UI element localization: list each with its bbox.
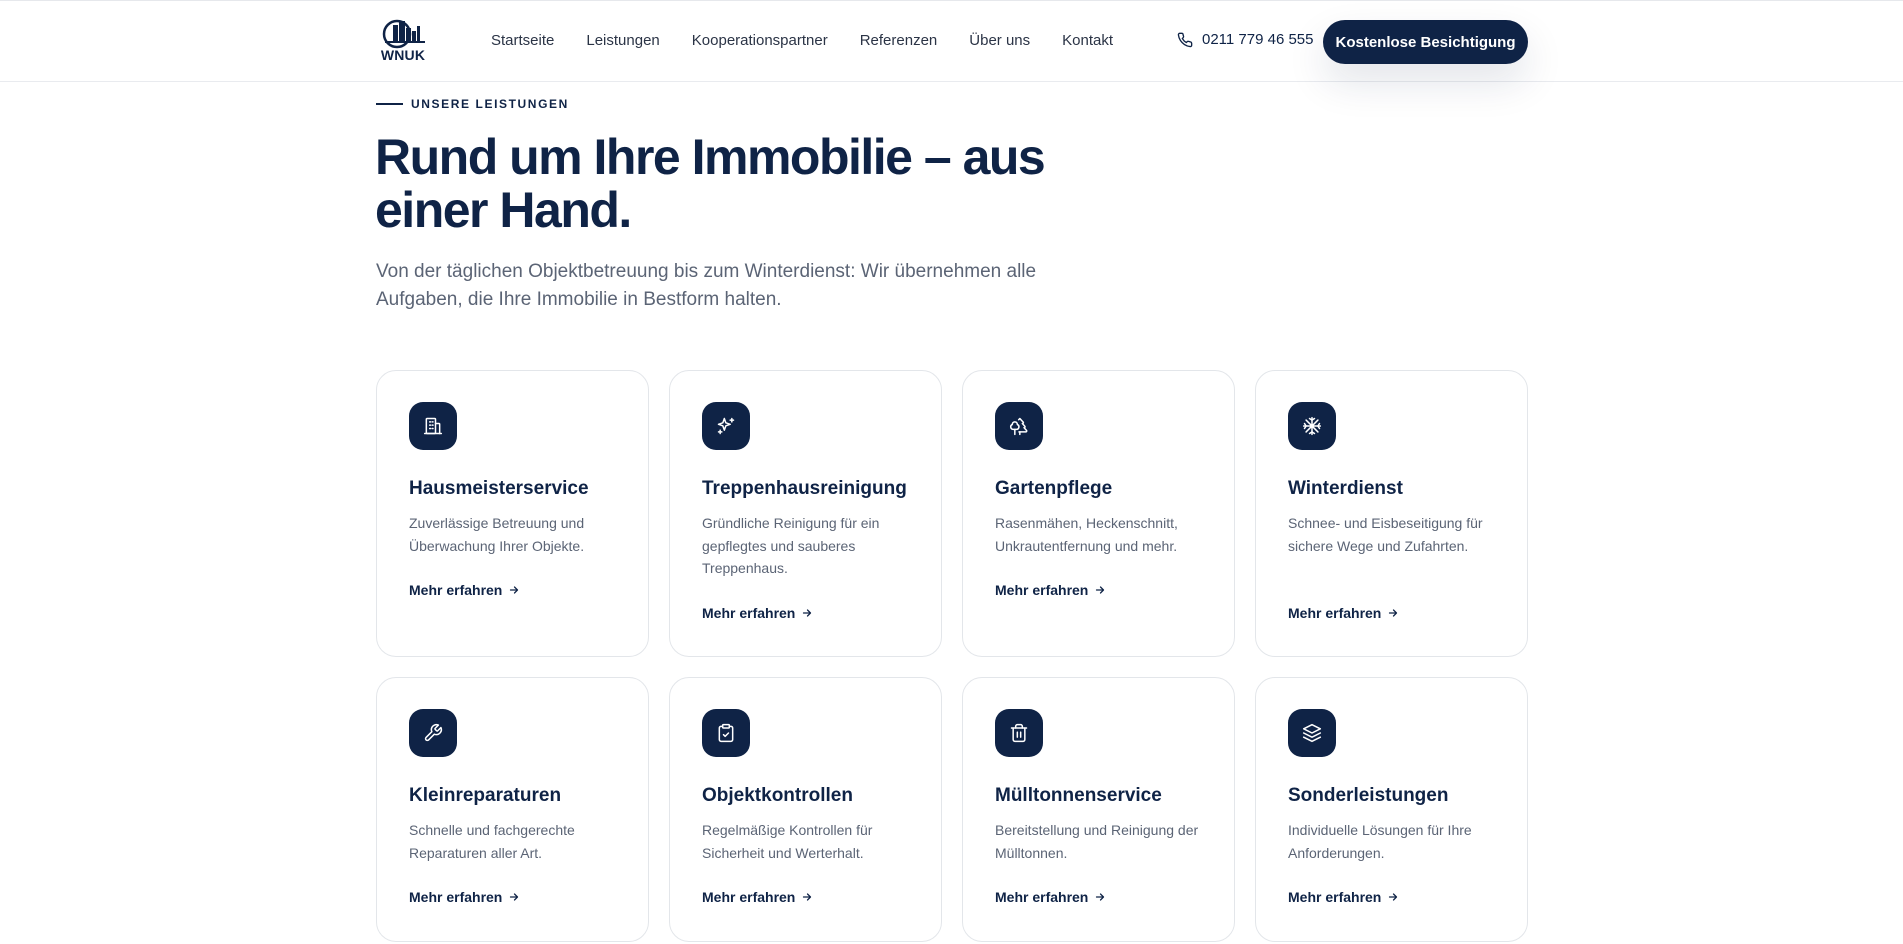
more-link[interactable]: Mehr erfahren <box>995 582 1106 598</box>
service-card-hausmeisterservice[interactable]: Hausmeisterservice Zuverlässige Betreuun… <box>376 370 649 657</box>
nav-link-ueber-uns[interactable]: Über uns <box>969 31 1030 51</box>
arrow-right-icon <box>803 609 812 617</box>
more-link-label: Mehr erfahren <box>995 582 1089 598</box>
service-description: Gründliche Reinigung für ein gepflegtes … <box>702 515 880 576</box>
eyebrow-label: UNSERE LEISTUNGEN <box>411 97 569 111</box>
arrow-right-icon <box>1096 893 1105 901</box>
service-title: Mülltonnenservice <box>995 785 1162 806</box>
service-description: Regelmäßige Kontrollen für Sicherheit un… <box>702 822 873 861</box>
section-eyebrow: UNSERE LEISTUNGEN <box>376 97 569 111</box>
more-link[interactable]: Mehr erfahren <box>995 889 1106 905</box>
service-title: Winterdienst <box>1288 478 1403 499</box>
main-navigation: Startseite Leistungen Kooperationspartne… <box>491 31 1145 51</box>
service-title: Treppenhausreinigung <box>702 478 907 499</box>
service-description: Individuelle Lösungen für Ihre Anforderu… <box>1288 822 1472 861</box>
service-title: Hausmeisterservice <box>409 478 589 499</box>
more-link[interactable]: Mehr erfahren <box>1288 605 1399 621</box>
arrow-right-icon <box>510 893 519 901</box>
free-inspection-button[interactable]: Kostenlose Besichtigung <box>1323 20 1528 64</box>
service-card-gartenpflege[interactable]: Gartenpflege Rasenmähen, Heckenschnitt, … <box>962 370 1235 657</box>
more-link-label: Mehr erfahren <box>1288 889 1382 905</box>
more-link-label: Mehr erfahren <box>702 605 796 621</box>
service-title: Gartenpflege <box>995 478 1113 499</box>
eyebrow-line <box>376 103 403 105</box>
more-link[interactable]: Mehr erfahren <box>409 582 520 598</box>
nav-link-kontakt[interactable]: Kontakt <box>1062 31 1113 51</box>
more-link[interactable]: Mehr erfahren <box>1288 889 1399 905</box>
service-title: Kleinreparaturen <box>409 785 562 806</box>
tree-icon <box>995 402 1043 450</box>
more-link[interactable]: Mehr erfahren <box>702 605 813 621</box>
service-card-objektkontrollen[interactable]: Objektkontrollen Regelmäßige Kontrollen … <box>669 677 942 942</box>
phone-link[interactable]: 0211 779 46 555 <box>1177 31 1314 48</box>
snowflake-icon <box>1288 402 1336 450</box>
logo-text: WNUK <box>380 47 426 63</box>
more-link[interactable]: Mehr erfahren <box>702 889 813 905</box>
clipboard-check-icon <box>702 709 750 757</box>
arrow-right-icon <box>510 586 519 594</box>
service-card-treppenhausreinigung[interactable]: Treppenhausreinigung Gründliche Reinigun… <box>669 370 942 657</box>
section-title: Rund um Ihre Immobilie – aus einer Hand. <box>375 129 1046 238</box>
more-link-label: Mehr erfahren <box>1288 605 1382 621</box>
service-description: Bereitstellung und Reinigung der Müllton… <box>995 822 1199 861</box>
phone-icon <box>1177 32 1193 47</box>
service-card-sonderleistungen[interactable]: Sonderleistungen Individuelle Lösungen f… <box>1255 677 1528 942</box>
site-header: WNUK Startseite Leistungen Kooperationsp… <box>0 0 1903 82</box>
wrench-icon <box>409 709 457 757</box>
arrow-right-icon <box>803 893 812 901</box>
service-title: Objektkontrollen <box>702 785 853 806</box>
phone-number: 0211 779 46 555 <box>1202 31 1314 48</box>
service-card-muelltonnenservice[interactable]: Mülltonnenservice Bereitstellung und Rei… <box>962 677 1235 942</box>
more-link-label: Mehr erfahren <box>702 889 796 905</box>
service-title: Sonderleistungen <box>1288 785 1449 806</box>
more-link-label: Mehr erfahren <box>409 582 503 598</box>
building-icon <box>409 402 457 450</box>
arrow-right-icon <box>1096 586 1105 594</box>
nav-link-referenzen[interactable]: Referenzen <box>860 31 938 51</box>
arrow-right-icon <box>1389 609 1398 617</box>
more-link[interactable]: Mehr erfahren <box>409 889 520 905</box>
nav-link-kooperationspartner[interactable]: Kooperationspartner <box>692 31 828 51</box>
nav-link-startseite[interactable]: Startseite <box>491 31 554 51</box>
service-card-kleinreparaturen[interactable]: Kleinreparaturen Schnelle und fachgerech… <box>376 677 649 942</box>
service-card-winterdienst[interactable]: Winterdienst Schnee- und Eisbeseitigung … <box>1255 370 1528 657</box>
company-logo[interactable]: WNUK <box>375 17 431 67</box>
section-subtitle: Von der täglichen Objektbetreuung bis zu… <box>376 261 1037 310</box>
more-link-label: Mehr erfahren <box>409 889 503 905</box>
layers-icon <box>1288 709 1336 757</box>
sparkles-icon <box>702 402 750 450</box>
more-link-label: Mehr erfahren <box>995 889 1089 905</box>
service-description: Rasenmähen, Heckenschnitt, Unkrautentfer… <box>995 515 1178 554</box>
nav-link-leistungen[interactable]: Leistungen <box>586 31 659 51</box>
service-description: Schnelle und fachgerechte Reparaturen al… <box>409 822 575 861</box>
service-description: Zuverlässige Betreuung und Überwachung I… <box>409 515 585 554</box>
arrow-right-icon <box>1389 893 1398 901</box>
service-description: Schnee- und Eisbeseitigung für sichere W… <box>1288 515 1483 554</box>
trash-icon <box>995 709 1043 757</box>
logo-building-icon <box>382 19 425 49</box>
